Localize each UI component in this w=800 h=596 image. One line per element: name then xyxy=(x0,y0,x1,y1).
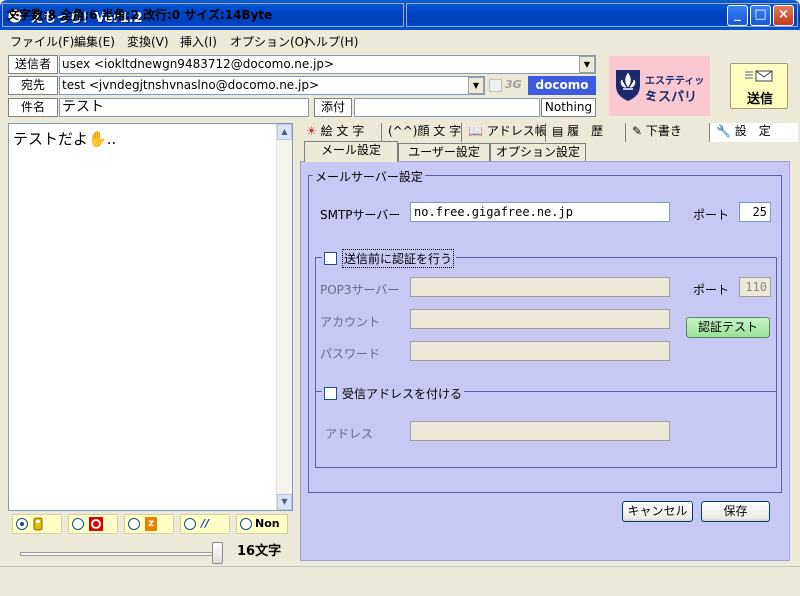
mail-icon xyxy=(745,70,773,85)
from-select[interactable]: usex <iokltdnewgn9483712@docomo.ne.jp> xyxy=(59,55,596,74)
subject-label: 件名 xyxy=(8,98,58,117)
carrier-none-radio[interactable] xyxy=(240,518,252,530)
carrier-docomo-radio[interactable] xyxy=(16,518,28,530)
tab-address-book[interactable]: 📖 アドレス帳 xyxy=(462,123,547,142)
editor-content: テストだよ✋.. xyxy=(13,130,117,148)
from-label: 送信者 xyxy=(8,55,58,74)
scroll-up-icon[interactable]: ▲ xyxy=(277,124,292,140)
menu-convert[interactable]: 変換(V) xyxy=(127,33,169,50)
carrier-none-label: Non xyxy=(255,517,280,530)
carrier-willcom-radio[interactable] xyxy=(184,518,196,530)
willcom-icon: // xyxy=(201,517,210,530)
tab-emoji[interactable]: ☀ 絵 文 字 xyxy=(300,123,382,142)
softbank-icon: z xyxy=(145,517,157,531)
account-input[interactable] xyxy=(410,309,670,329)
menu-insert[interactable]: 挿入(I) xyxy=(180,33,217,50)
message-editor[interactable]: テストだよ✋.. ▲ ▼ xyxy=(8,123,293,511)
auth-test-button[interactable]: 認証テスト xyxy=(686,317,770,338)
font-size-slider-thumb[interactable] xyxy=(212,542,223,564)
attach-status: Nothing xyxy=(541,98,596,117)
reply-address-checkbox[interactable] xyxy=(324,387,337,400)
scroll-down-icon[interactable]: ▼ xyxy=(277,494,292,510)
pop3-port-input[interactable]: 110 xyxy=(739,277,771,297)
three-g-label: 3G xyxy=(505,78,522,91)
font-size-slider-track[interactable] xyxy=(20,552,220,556)
carrier-softbank-radio[interactable] xyxy=(128,518,140,530)
tab-history[interactable]: ▤ 履 歴 xyxy=(546,123,626,142)
draft-icon: ✎ xyxy=(632,124,643,138)
to-select[interactable]: test <jvndegjtnshvnaslno@docomo.ne.jp> xyxy=(59,76,485,95)
save-button[interactable]: 保存 xyxy=(701,501,770,522)
three-g-checkbox[interactable] xyxy=(489,79,502,92)
status-bar xyxy=(0,566,800,596)
carrier-au-radio[interactable] xyxy=(72,518,84,530)
tab-kaomoji[interactable]: (^^)顔 文 字 xyxy=(382,123,462,142)
carrier-none[interactable]: Non xyxy=(236,514,288,534)
ad-line2: ミスパリ xyxy=(645,90,698,105)
carrier-softbank[interactable]: z xyxy=(124,514,174,534)
au-icon xyxy=(89,517,103,534)
docomo-icon xyxy=(33,517,43,534)
mail-server-group-title: メールサーバー設定 xyxy=(313,168,425,185)
sub-tab-bar: メール設定 ユーザー設定 オプション設定 xyxy=(300,141,798,162)
address-input[interactable] xyxy=(410,421,670,441)
book-icon: 📖 xyxy=(468,124,483,138)
smtp-label: SMTPサーバー xyxy=(320,208,401,222)
password-input[interactable] xyxy=(410,341,670,361)
auth-group-title: 送信前に認証を行う xyxy=(322,249,457,268)
from-dropdown-icon[interactable]: ▼ xyxy=(579,56,595,73)
send-button[interactable]: 送信 xyxy=(730,63,788,109)
top-tab-bar: ☀ 絵 文 字 (^^)顔 文 字 📖 アドレス帳 ▤ 履 歴 ✎ 下書き 🔧 … xyxy=(300,123,798,142)
subject-input[interactable]: テスト xyxy=(59,98,309,117)
tab-settings[interactable]: 🔧 設 定 xyxy=(710,123,798,142)
carrier-docomo[interactable] xyxy=(12,514,62,534)
tab-mail-settings[interactable]: メール設定 xyxy=(304,141,398,162)
to-dropdown-icon[interactable]: ▼ xyxy=(468,77,484,94)
smtp-input[interactable]: no.free.gigafree.ne.jp xyxy=(410,202,670,222)
send-label: 送信 xyxy=(747,92,774,107)
pop3-input[interactable] xyxy=(410,277,670,297)
status-text: 文字数:8 全角:6 半角:2 改行:0 サイズ:14Byte xyxy=(2,3,404,27)
char-count: 16文字 xyxy=(237,544,282,559)
carrier-badge: docomo xyxy=(528,76,596,95)
ad-banner[interactable]: エステティック ミスパリ xyxy=(609,56,710,116)
menu-file[interactable]: ファイル(F) xyxy=(10,33,74,50)
menu-help[interactable]: ヘルプ(H) xyxy=(304,33,358,50)
smtp-port-input[interactable]: 25 xyxy=(739,202,771,222)
sun-icon: ☀ xyxy=(306,124,317,138)
attach-field[interactable] xyxy=(354,98,540,117)
carrier-au[interactable] xyxy=(68,514,118,534)
carrier-willcom[interactable]: // xyxy=(180,514,230,534)
menu-bar xyxy=(0,30,800,50)
attach-label[interactable]: 添付 xyxy=(314,98,352,117)
account-label: アカウント xyxy=(320,315,381,329)
to-label: 宛先 xyxy=(8,76,58,95)
pop3-label: POP3サーバー xyxy=(320,283,400,297)
pop3-port-label: ポート xyxy=(693,283,730,297)
wrench-icon: 🔧 xyxy=(716,124,731,138)
tab-user-settings[interactable]: ユーザー設定 xyxy=(398,143,490,162)
hand-emoji-icon: ✋ xyxy=(88,130,107,148)
menu-option[interactable]: オプション(O) xyxy=(230,33,309,50)
tab-draft[interactable]: ✎ 下書き xyxy=(626,123,710,142)
list-icon: ▤ xyxy=(552,124,564,138)
status-pane-right xyxy=(406,3,798,27)
editor-scrollbar[interactable]: ▲ ▼ xyxy=(276,124,292,510)
mail-settings-panel: メールサーバー設定 SMTPサーバー no.free.gigafree.ne.j… xyxy=(300,161,790,561)
smtp-port-label: ポート xyxy=(693,208,730,222)
cancel-button[interactable]: キャンセル xyxy=(622,501,693,522)
tab-option-settings[interactable]: オプション設定 xyxy=(490,143,586,162)
auth-label[interactable]: 送信前に認証を行う xyxy=(342,249,455,268)
auth-checkbox[interactable] xyxy=(324,252,337,265)
reply-address-group-title: 受信アドレスを付ける xyxy=(322,385,465,402)
password-label: パスワード xyxy=(320,347,381,361)
menu-edit[interactable]: 編集(E) xyxy=(74,33,115,50)
fleur-de-lis-icon xyxy=(615,68,641,105)
address-label: アドレス xyxy=(325,427,374,441)
reply-address-label[interactable]: 受信アドレスを付ける xyxy=(342,385,462,402)
